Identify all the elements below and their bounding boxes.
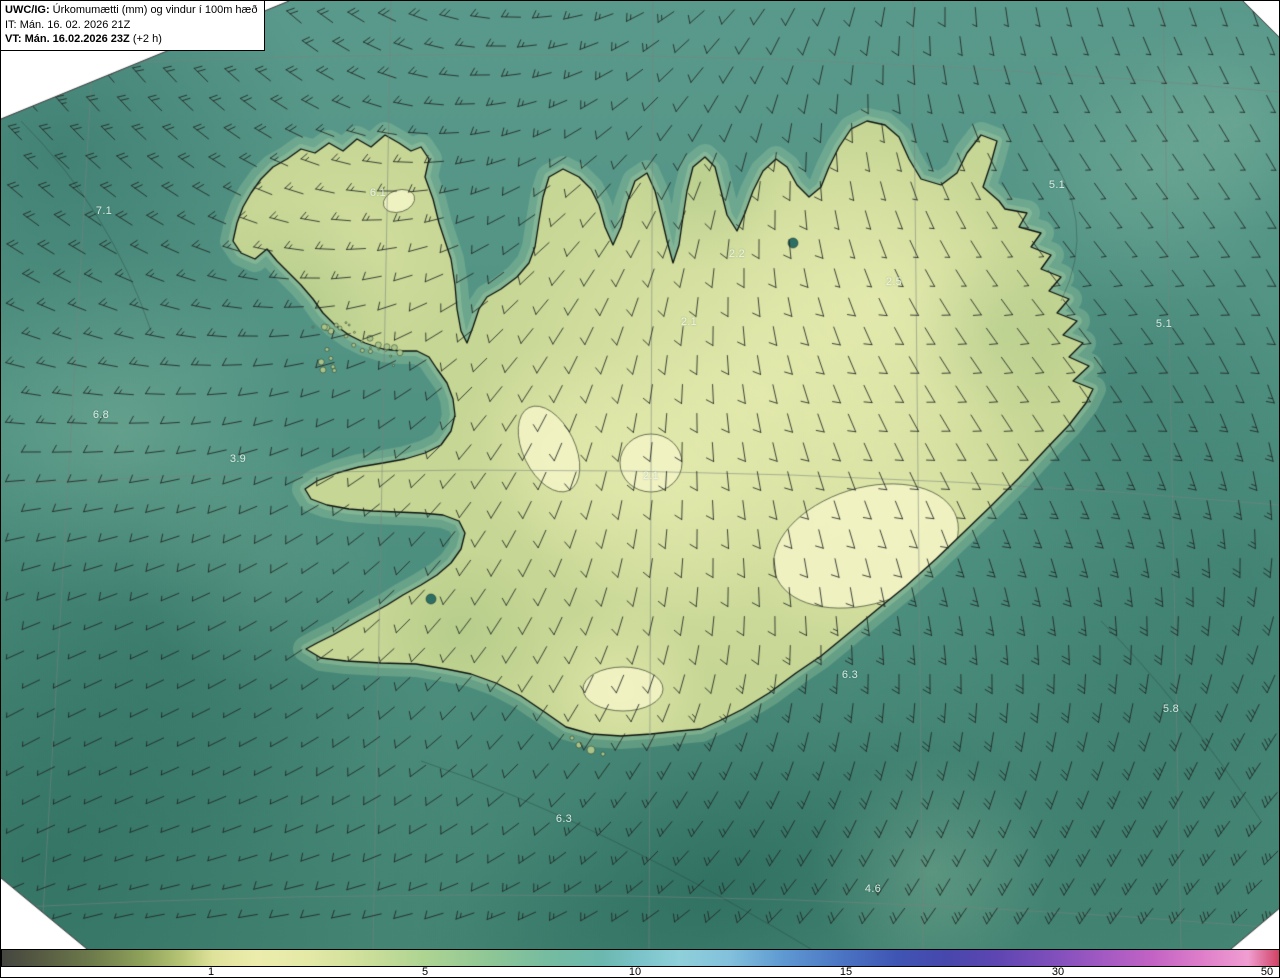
valid-time-line: VT: Mán. 16.02.2026 23Z (+2 h)	[5, 32, 257, 47]
colorbar-tick-label: 1	[207, 966, 215, 978]
map-area: 7.1 6.1 6.8 3.9 5.1 5.1 2.2 2.5 2.1 2.1 …	[1, 1, 1279, 949]
model-id-label: UWC/IG:	[5, 4, 50, 16]
colorbar-tick-label: 15	[839, 966, 853, 978]
valid-time-label: VT:	[5, 33, 22, 46]
colorbar-tick-label: 30	[1051, 966, 1065, 978]
map-title-line: UWC/IG: Úrkomumætti (mm) og vindur í 100…	[5, 3, 257, 18]
init-time-line: IT: Mán. 16. 02. 2026 21Z	[5, 18, 257, 33]
weather-map-page: 7.1 6.1 6.8 3.9 5.1 5.1 2.2 2.5 2.1 2.1 …	[0, 0, 1280, 978]
colorbar-tick-labels: 1 5 10 15 30 50	[1, 966, 1279, 978]
init-time-value: Mán. 16. 02. 2026 21Z	[19, 18, 131, 31]
valid-time-offset: (+2 h)	[132, 33, 162, 46]
colorbar-gradient	[1, 949, 1279, 967]
precip-colorbar: 1 5 10 15 30 50	[1, 949, 1279, 978]
map-title-box: UWC/IG: Úrkomumætti (mm) og vindur í 100…	[1, 1, 266, 51]
colorbar-tick-label: 10	[628, 966, 642, 978]
colorbar-tick-label: 5	[421, 966, 429, 978]
weather-map-canvas	[1, 1, 1279, 949]
init-time-label: IT:	[5, 18, 17, 31]
map-title-text: Úrkomumætti (mm) og vindur í 100m hæð	[52, 4, 258, 16]
colorbar-tick-label: 50	[1260, 966, 1274, 978]
valid-time-value: Mán. 16.02.2026 23Z	[24, 33, 130, 46]
